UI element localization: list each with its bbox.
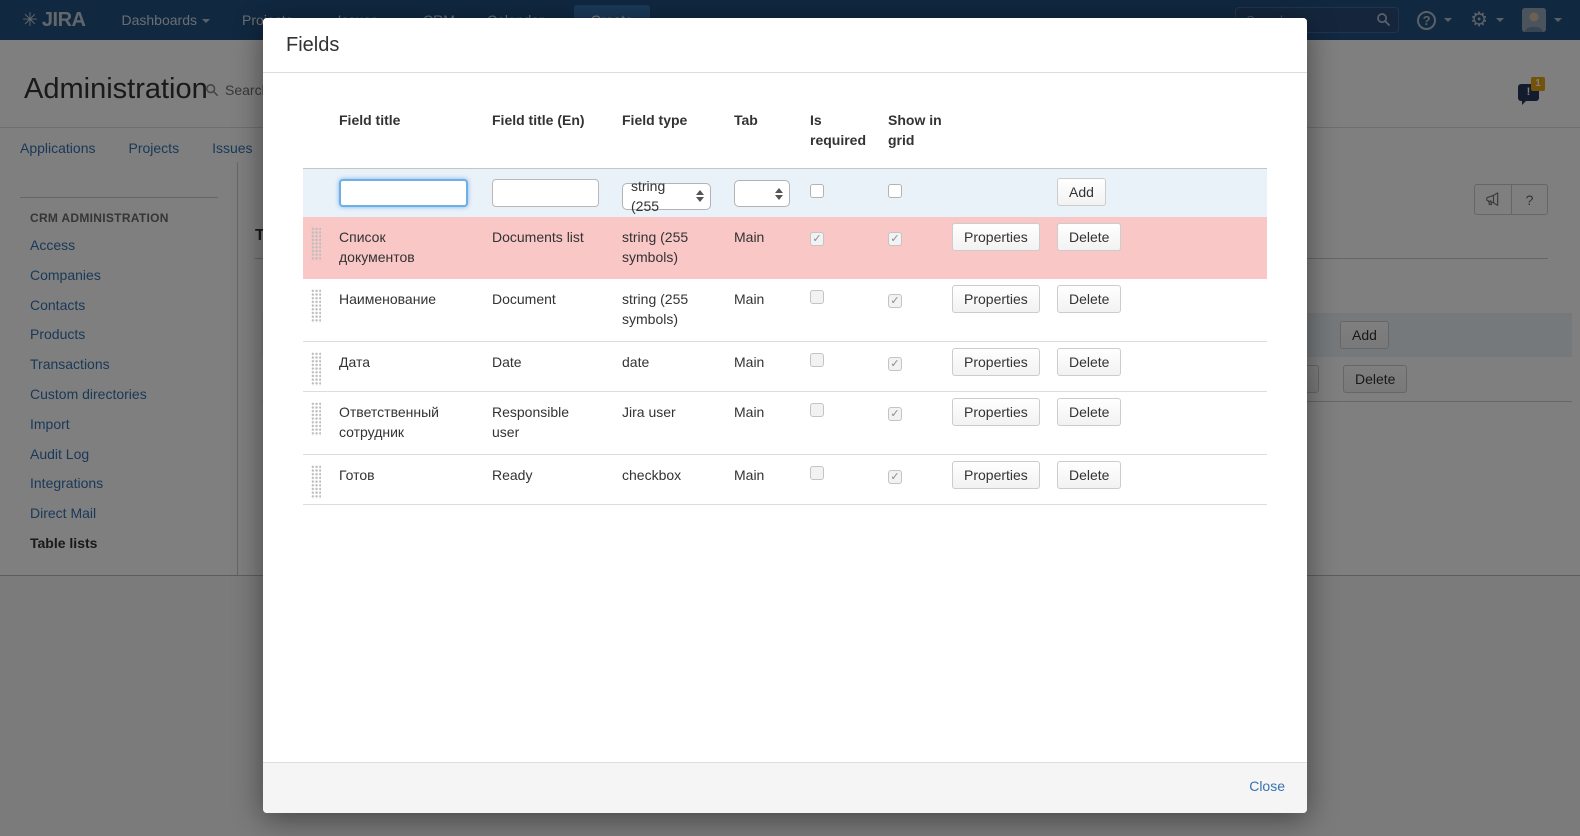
field-row-responsible-user: Ответственный сотрудник Responsible user… — [303, 392, 1267, 455]
field-row-document: Наименование Document string (255 symbol… — [303, 279, 1267, 342]
properties-button[interactable]: Properties — [952, 348, 1040, 376]
show-in-grid-checkbox[interactable]: ✓ — [888, 232, 902, 246]
new-field-title-input[interactable] — [339, 179, 468, 207]
drag-handle-icon[interactable] — [311, 402, 321, 436]
is-required-checkbox[interactable] — [810, 466, 824, 480]
new-field-title-en-input[interactable] — [492, 179, 599, 207]
field-type-cell: string (255 symbols) — [622, 217, 734, 279]
is-required-checkbox[interactable]: ✓ — [810, 232, 824, 246]
tab-cell: Main — [734, 455, 810, 497]
show-in-grid-checkbox[interactable]: ✓ — [888, 357, 902, 371]
field-title-cell: Ответственный сотрудник — [339, 392, 492, 454]
delete-button[interactable]: Delete — [1057, 398, 1121, 426]
drag-handle-icon[interactable] — [311, 465, 321, 499]
add-field-button[interactable]: Add — [1057, 178, 1106, 206]
tab-select[interactable] — [734, 180, 790, 207]
tab-cell: Main — [734, 279, 810, 321]
delete-button[interactable]: Delete — [1057, 223, 1121, 251]
col-header-show-in-grid: Show in grid — [888, 110, 948, 168]
properties-button[interactable]: Properties — [952, 461, 1040, 489]
properties-button[interactable]: Properties — [952, 398, 1040, 426]
dialog-footer: Close — [263, 762, 1307, 813]
field-type-cell: Jira user — [622, 392, 734, 434]
field-type-cell: checkbox — [622, 455, 734, 497]
col-header-field-title-en: Field title (En) — [492, 110, 622, 148]
is-required-checkbox[interactable] — [810, 290, 824, 304]
field-type-cell: string (255 symbols) — [622, 279, 734, 341]
close-button[interactable]: Close — [1249, 778, 1285, 794]
col-header-field-type: Field type — [622, 110, 734, 148]
new-show-in-grid-checkbox[interactable] — [888, 184, 902, 198]
show-in-grid-checkbox[interactable]: ✓ — [888, 470, 902, 484]
table-header-row: Field title Field title (En) Field type … — [303, 95, 1267, 169]
is-required-checkbox[interactable] — [810, 403, 824, 417]
field-title-en-cell: Document — [492, 279, 622, 321]
select-stepper-icon — [696, 190, 704, 202]
fields-table: Field title Field title (En) Field type … — [303, 95, 1267, 505]
drag-handle-icon[interactable] — [311, 227, 321, 261]
tab-cell: Main — [734, 342, 810, 384]
col-header-is-required: Is required — [810, 110, 870, 168]
select-stepper-icon — [775, 188, 783, 200]
drag-handle-icon[interactable] — [311, 352, 321, 386]
field-row-ready: Готов Ready checkbox Main ✓ Properties D… — [303, 455, 1267, 505]
field-title-cell: Готов — [339, 455, 492, 497]
new-is-required-checkbox[interactable] — [810, 184, 824, 198]
field-row-date: Дата Date date Main ✓ Properties Delete — [303, 342, 1267, 392]
tab-cell: Main — [734, 217, 810, 259]
field-title-cell: Дата — [339, 342, 492, 384]
delete-button[interactable]: Delete — [1057, 461, 1121, 489]
show-in-grid-checkbox[interactable]: ✓ — [888, 407, 902, 421]
field-title-en-cell: Date — [492, 342, 622, 384]
dialog-header: Fields — [263, 18, 1307, 73]
fields-dialog: Fields Field title Field title (En) Fiel… — [263, 18, 1307, 813]
tab-cell: Main — [734, 392, 810, 434]
field-type-cell: date — [622, 342, 734, 384]
field-title-cell: Наименование — [339, 279, 492, 321]
is-required-checkbox[interactable] — [810, 353, 824, 367]
col-header-tab: Tab — [734, 110, 810, 148]
dialog-body: Field title Field title (En) Field type … — [263, 73, 1307, 762]
field-type-select[interactable]: string (255 — [622, 183, 711, 210]
new-field-row: string (255 Add — [303, 169, 1267, 217]
show-in-grid-checkbox[interactable]: ✓ — [888, 294, 902, 308]
delete-button[interactable]: Delete — [1057, 285, 1121, 313]
properties-button[interactable]: Properties — [952, 223, 1040, 251]
delete-button[interactable]: Delete — [1057, 348, 1121, 376]
col-header-field-title: Field title — [339, 110, 492, 148]
field-title-en-cell: Ready — [492, 455, 622, 497]
properties-button[interactable]: Properties — [952, 285, 1040, 313]
field-title-en-cell: Responsible user — [492, 392, 622, 454]
field-title-en-cell: Documents list — [492, 217, 622, 259]
field-row-documents-list: Список документов Documents list string … — [303, 217, 1267, 279]
dialog-title: Fields — [286, 34, 339, 57]
drag-handle-icon[interactable] — [311, 289, 321, 323]
field-title-cell: Список документов — [339, 217, 492, 279]
